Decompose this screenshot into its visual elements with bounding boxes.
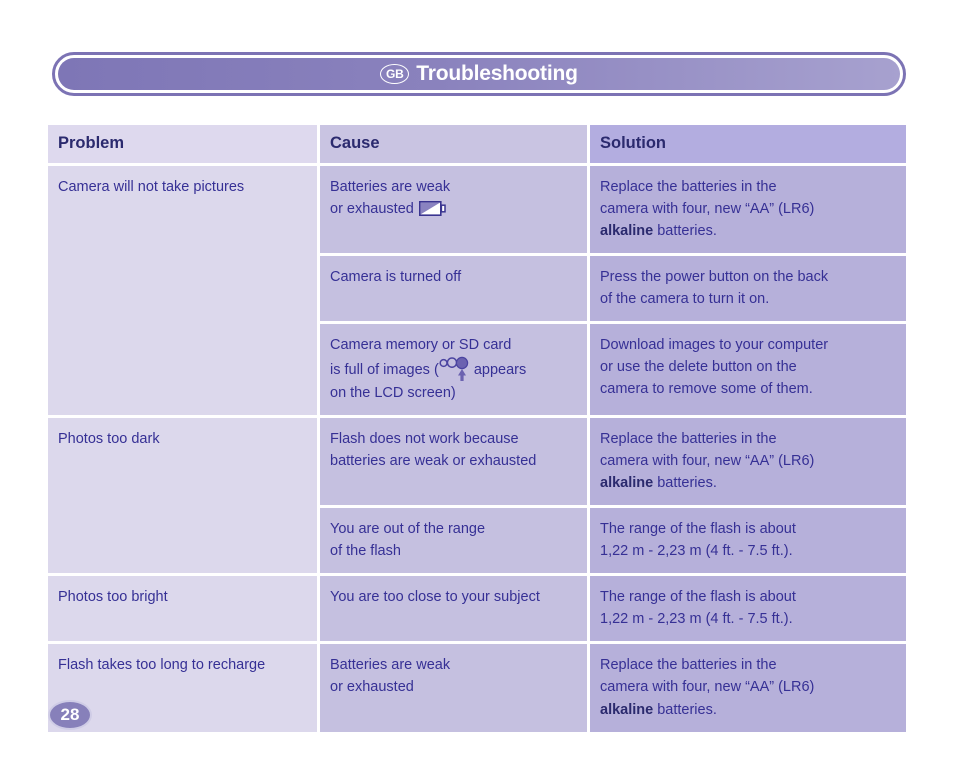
cause-cell: Camera memory or SD card is full of imag… [320, 324, 590, 419]
cause-cell: You are too close to your subject [320, 576, 590, 645]
solution-cell: Press the power button on the back of th… [590, 256, 906, 325]
region-gb-icon: GB [380, 64, 410, 84]
page-header-inner: GB Troubleshooting [58, 58, 900, 90]
column-header-problem: Problem [48, 125, 320, 166]
column-header-solution: Solution [590, 125, 906, 166]
solution-cell: Replace the batteries in the camera with… [590, 166, 906, 257]
page-number-badge: 28 [48, 700, 92, 730]
problem-cell: Photos too bright [48, 576, 320, 645]
solution-cell: Replace the batteries in the camera with… [590, 418, 906, 509]
table-header-row: Problem Cause Solution [48, 125, 906, 166]
cause-cell: Camera is turned off [320, 256, 590, 325]
table-row: Photos too bright You are too close to y… [48, 576, 906, 645]
solution-cell: Replace the batteries in the camera with… [590, 644, 906, 735]
column-header-cause: Cause [320, 125, 590, 166]
table-row: Photos too dark Flash does not work beca… [48, 418, 906, 577]
memory-full-icon [439, 356, 468, 382]
troubleshooting-table: Problem Cause Solution Camera will not t… [48, 125, 906, 735]
solution-cell: Download images to your computer or use … [590, 324, 906, 419]
page-title: Troubleshooting [416, 62, 578, 85]
cause-cell: Batteries are weak or exhausted [320, 166, 590, 257]
cause-cell: You are out of the range of the flash [320, 508, 590, 577]
table-row: Flash takes too long to recharge Batteri… [48, 644, 906, 735]
table-row: Camera will not take pictures Batteries … [48, 166, 906, 419]
cause-cell: Batteries are weak or exhausted [320, 644, 590, 735]
problem-cell: Camera will not take pictures [48, 166, 320, 419]
problem-cell: Photos too dark [48, 418, 320, 577]
emphasis-alkaline: alkaline [600, 223, 654, 240]
solution-cell: The range of the flash is about 1,22 m -… [590, 576, 906, 645]
cause-cell: Flash does not work because batteries ar… [320, 418, 590, 509]
solution-cell: The range of the flash is about 1,22 m -… [590, 508, 906, 577]
page-header-bar: GB Troubleshooting [52, 52, 906, 96]
emphasis-alkaline: alkaline [600, 701, 654, 718]
low-battery-icon [418, 201, 446, 217]
emphasis-alkaline: alkaline [600, 475, 654, 492]
